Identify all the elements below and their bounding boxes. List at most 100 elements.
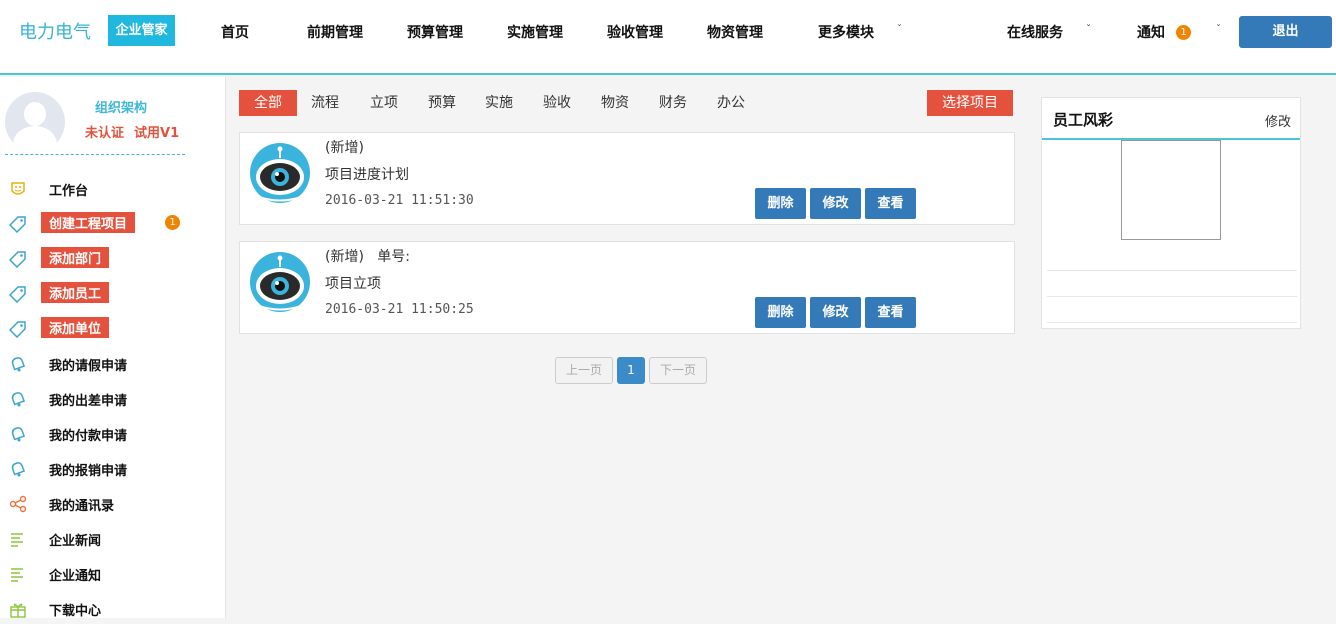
sidebar-item-business-trip-request[interactable]: 我的出差申请 [0, 384, 225, 414]
tag-icon [8, 215, 27, 234]
robot-eye-icon [250, 143, 310, 203]
sidebar-item-label: 我的请假申请 [49, 359, 128, 374]
notice-count-badge: 1 [1176, 25, 1191, 40]
divider [5, 154, 185, 155]
prev-page-button[interactable]: 上一页 [555, 357, 613, 384]
nav-online-service[interactable]: 在线服务 [1007, 22, 1063, 42]
card-timestamp: 2016-03-21 11:50:25 [325, 302, 474, 317]
panel-edit-link[interactable]: 修改 [1265, 111, 1291, 130]
chevron-down-icon[interactable]: ˇ [897, 24, 902, 35]
nav-preliminary[interactable]: 前期管理 [307, 22, 363, 42]
sidebar-item-add-unit[interactable]: 添加单位 [0, 314, 225, 344]
sidebar: 组织架构 未认证 试用V1 工作台创建工程项目 1 添加部门添加员工添加单位我的请假申… [0, 77, 226, 619]
sidebar-item-label: 工作台 [49, 184, 89, 199]
sidebar-item-workbench[interactable]: 工作台 [0, 174, 225, 204]
sidebar-item-add-employee[interactable]: 添加员工 [0, 279, 225, 309]
tab-budget[interactable]: 预算 [428, 90, 456, 116]
sidebar-item-download-center[interactable]: 下载中心 [0, 594, 225, 624]
sidebar-item-label: 我的报销申请 [49, 464, 128, 479]
account-status: 未认证 试用V1 [85, 122, 179, 141]
bell-icon [9, 355, 27, 373]
list-icon [9, 565, 27, 583]
nav-implementation[interactable]: 实施管理 [507, 22, 563, 42]
tab-materials[interactable]: 物资 [601, 90, 629, 116]
bell-icon [9, 425, 27, 443]
tag-icon [8, 250, 27, 269]
bell-icon [9, 390, 27, 408]
view-button[interactable]: 查看 [865, 188, 916, 219]
divider [1047, 322, 1297, 323]
edit-button[interactable]: 修改 [810, 297, 861, 328]
panel-header: 员工风彩 修改 [1042, 98, 1300, 140]
count-badge: 1 [165, 215, 180, 230]
org-structure-link[interactable]: 组织架构 [95, 97, 147, 116]
verification-status[interactable]: 未认证 [85, 126, 124, 141]
card-status: (新增) [325, 140, 364, 156]
project-card: (新增) 项目进度计划 2016-03-21 11:51:30 删除 修改 查看 [239, 132, 1015, 225]
nav-materials[interactable]: 物资管理 [707, 22, 763, 42]
avatar[interactable] [5, 92, 65, 152]
sidebar-item-label: 下载中心 [49, 604, 102, 619]
share-icon [9, 495, 27, 513]
brand-badge[interactable]: 企业管家 [108, 15, 175, 46]
sidebar-item-company-news[interactable]: 企业新闻 [0, 524, 225, 554]
sidebar-item-company-notice[interactable]: 企业通知 [0, 559, 225, 589]
tab-implementation[interactable]: 实施 [485, 90, 513, 116]
card-title[interactable]: 项目立项 [325, 273, 381, 293]
bell-icon [9, 460, 27, 478]
page-number-button[interactable]: 1 [617, 357, 645, 384]
card-title[interactable]: 项目进度计划 [325, 164, 409, 184]
delete-button[interactable]: 删除 [755, 188, 806, 219]
top-navbar: 电力电气 企业管家 首页 前期管理 预算管理 实施管理 验收管理 物资管理 更多… [0, 0, 1336, 75]
staff-showcase-panel: 员工风彩 修改 [1041, 97, 1301, 329]
robot-eye-icon [250, 252, 310, 312]
staff-photo-placeholder[interactable] [1121, 140, 1221, 240]
sidebar-item-create-project[interactable]: 创建工程项目 1 [0, 209, 225, 239]
sidebar-item-label: 添加单位 [41, 317, 110, 338]
tab-acceptance[interactable]: 验收 [543, 90, 571, 116]
edit-button[interactable]: 修改 [810, 188, 861, 219]
nav-more-modules[interactable]: 更多模块 [818, 22, 874, 42]
view-button[interactable]: 查看 [865, 297, 916, 328]
version-label[interactable]: 试用V1 [134, 126, 179, 141]
nav-notice[interactable]: 通知 [1137, 22, 1165, 42]
nav-acceptance[interactable]: 验收管理 [607, 22, 663, 42]
card-status: (新增) 单号: [325, 249, 410, 265]
nav-budget[interactable]: 预算管理 [407, 22, 463, 42]
divider [1047, 270, 1297, 271]
tab-all[interactable]: 全部 [239, 90, 297, 116]
sidebar-item-label: 添加员工 [41, 282, 110, 303]
card-timestamp: 2016-03-21 11:51:30 [325, 193, 474, 208]
sidebar-item-address-book[interactable]: 我的通讯录 [0, 489, 225, 519]
chevron-down-icon[interactable]: ˇ [1216, 24, 1221, 35]
sidebar-item-label: 企业新闻 [49, 534, 102, 549]
chevron-down-icon[interactable]: ˇ [1086, 24, 1091, 35]
sidebar-item-label: 我的付款申请 [49, 429, 128, 444]
tab-process[interactable]: 流程 [311, 90, 339, 116]
brand-name[interactable]: 电力电气 [19, 18, 91, 44]
sidebar-item-label: 添加部门 [41, 247, 110, 268]
delete-button[interactable]: 删除 [755, 297, 806, 328]
tag-icon [8, 320, 27, 339]
nav-home[interactable]: 首页 [221, 22, 249, 42]
project-card: (新增) 单号: 项目立项 2016-03-21 11:50:25 删除 修改 … [239, 241, 1015, 334]
divider [1047, 296, 1297, 297]
sidebar-item-add-department[interactable]: 添加部门 [0, 244, 225, 274]
sidebar-item-payment-request[interactable]: 我的付款申请 [0, 419, 225, 449]
tag-icon [8, 285, 27, 304]
next-page-button[interactable]: 下一页 [649, 357, 707, 384]
list-icon [9, 530, 27, 548]
select-project-button[interactable]: 选择项目 [927, 90, 1013, 116]
sidebar-item-label: 我的通讯录 [49, 499, 115, 514]
sidebar-item-reimbursement-request[interactable]: 我的报销申请 [0, 454, 225, 484]
sidebar-item-label: 企业通知 [49, 569, 102, 584]
sidebar-item-leave-request[interactable]: 我的请假申请 [0, 349, 225, 379]
logout-button[interactable]: 退出 [1239, 16, 1332, 48]
tab-finance[interactable]: 财务 [659, 90, 687, 116]
smiley-badge-icon [9, 180, 27, 198]
sidebar-item-label: 我的出差申请 [49, 394, 128, 409]
sidebar-item-label: 创建工程项目 [41, 212, 136, 233]
tab-initiation[interactable]: 立项 [370, 90, 398, 116]
panel-title: 员工风彩 [1053, 111, 1114, 129]
tab-office[interactable]: 办公 [717, 90, 745, 116]
